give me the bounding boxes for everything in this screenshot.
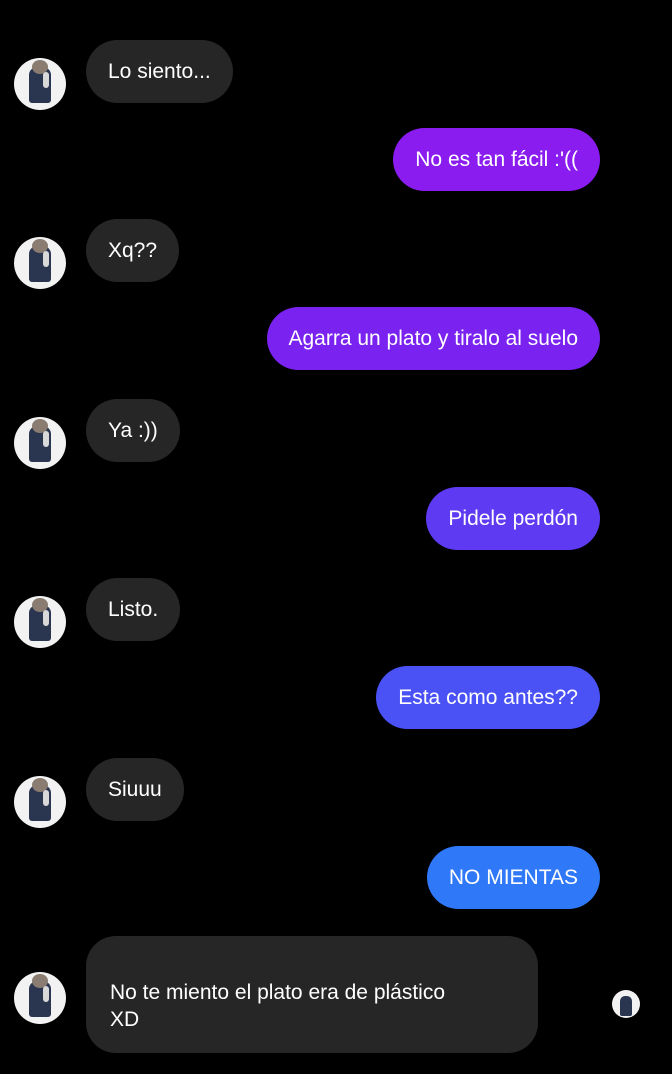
- message-text: Siuuu: [108, 778, 162, 801]
- incoming-message-bubble[interactable]: Listo.: [86, 578, 181, 641]
- outgoing-message-bubble[interactable]: Pidele perdón: [426, 487, 600, 550]
- incoming-message-bubble[interactable]: Lo siento...: [86, 40, 233, 103]
- message-text: No te miento el plato era de plástico XD: [110, 981, 446, 1031]
- incoming-message-bubble[interactable]: No te miento el plato era de plástico XD: [86, 936, 538, 1053]
- contact-avatar[interactable]: [14, 417, 66, 469]
- contact-avatar[interactable]: [14, 972, 66, 1024]
- message-text: Agarra un plato y tiralo al suelo: [288, 327, 579, 350]
- incoming-message-bubble[interactable]: Ya :)): [86, 399, 180, 462]
- incoming-message-bubble[interactable]: Siuuu: [86, 758, 184, 821]
- contact-avatar[interactable]: [14, 776, 66, 828]
- incoming-message-bubble[interactable]: Xq??: [86, 219, 180, 282]
- contact-avatar[interactable]: [14, 237, 66, 289]
- message-text: Ya :)): [108, 419, 158, 442]
- message-text: Pidele perdón: [448, 507, 578, 530]
- outgoing-message-bubble[interactable]: NO MIENTAS: [426, 846, 600, 909]
- contact-avatar[interactable]: [14, 58, 66, 110]
- message-text: Listo.: [108, 598, 159, 621]
- contact-avatar[interactable]: [14, 596, 66, 648]
- outgoing-message-bubble[interactable]: Agarra un plato y tiralo al suelo: [266, 307, 600, 370]
- outgoing-message-bubble[interactable]: Esta como antes??: [376, 666, 600, 729]
- outgoing-message-bubble[interactable]: No es tan fácil :'((: [393, 128, 600, 191]
- message-text: Xq??: [108, 239, 158, 262]
- message-text: NO MIENTAS: [448, 866, 578, 889]
- message-text: No es tan fácil :'((: [415, 148, 578, 171]
- message-text: Lo siento...: [108, 60, 211, 83]
- message-text: Esta como antes??: [398, 686, 578, 709]
- chat-thread: Lo siento... No es tan fácil :'(( Xq?? A…: [0, 0, 672, 1074]
- seen-receipt-avatar: [612, 990, 640, 1018]
